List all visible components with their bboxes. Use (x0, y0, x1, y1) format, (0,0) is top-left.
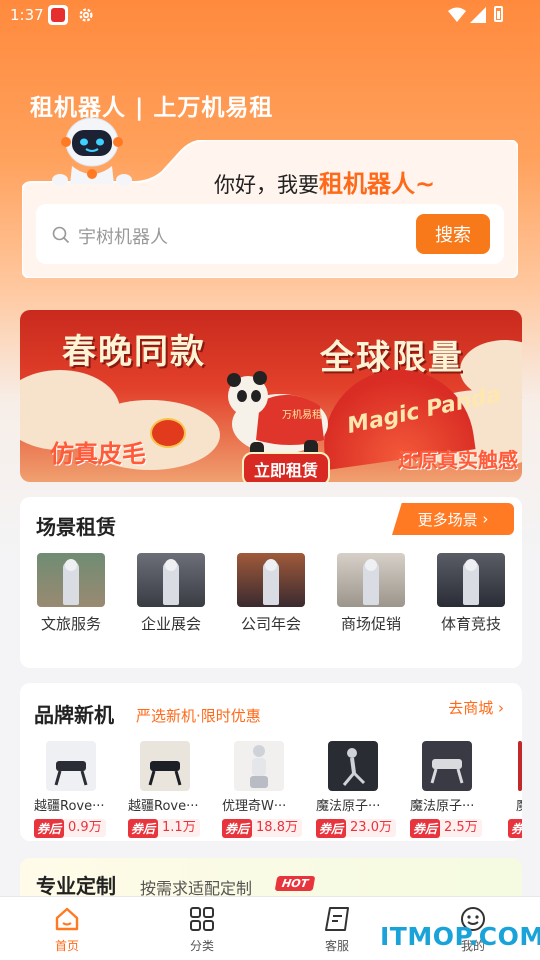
product-image (518, 741, 522, 791)
scene-image (437, 553, 505, 607)
banner-rent-button[interactable]: 立即租赁 (242, 452, 331, 482)
chevron-right-icon: › (477, 510, 489, 528)
promo-banner[interactable]: 春晚同款 全球限量 Magic Panda 万机易租 仿真皮毛 还原真实触感 立… (20, 310, 522, 482)
product-price: 券后 1.1万 (128, 818, 216, 838)
product-image (46, 741, 96, 791)
watermark-text: ITMOP.COM (380, 922, 540, 951)
go-mall-label: 去商城 (448, 699, 494, 717)
home-icon (55, 907, 79, 931)
greeting-prefix: 你好，我要 (214, 173, 319, 197)
scene-label: 企业展会 (140, 615, 201, 633)
panda-badge-text: 万机易租 (282, 408, 322, 421)
product-card[interactable]: 优理奇W··· 券后 18.8万 (222, 741, 310, 838)
chevron-right-icon: › (493, 699, 504, 717)
scene-item-exhibition[interactable]: 企业展会 (136, 553, 206, 634)
section-subtitle: 严选新机·限时优惠 (136, 707, 261, 725)
wifi-icon (448, 7, 466, 22)
banner-title-left: 春晚同款 (62, 332, 206, 372)
coupon-tag: 券后 (128, 818, 159, 838)
scene-rental-section: 场景租赁 更多场景 › 文旅服务 企业展会 公司年会 商场促销 体育竞技 (20, 497, 522, 668)
scene-image (237, 553, 305, 607)
product-name: 越疆Rove··· (128, 799, 199, 814)
tab-home[interactable]: 首页 (32, 905, 102, 954)
coupon-tag: 券后 (410, 818, 441, 838)
scene-item-sports[interactable]: 体育竞技 (436, 553, 506, 634)
coupon-tag: 券后 (222, 818, 253, 838)
scene-label: 公司年会 (240, 615, 301, 633)
scene-image (37, 553, 105, 607)
product-name: 优理奇W··· (222, 799, 287, 814)
product-card[interactable]: 越疆Rove··· 券后 0.9万 (34, 741, 122, 838)
tab-category[interactable]: 分类 (167, 905, 237, 954)
battery-icon (494, 6, 503, 22)
scene-image (137, 553, 205, 607)
greeting-text: 你好，我要租机器人~ (214, 164, 435, 199)
gear-icon (79, 8, 93, 22)
status-bar: 1:37 (0, 0, 540, 32)
section-title: 专业定制 (36, 874, 116, 898)
robot-mascot-icon (52, 117, 132, 186)
search-icon (52, 226, 70, 244)
banner-caption-right: 还原真实触感 (398, 448, 518, 472)
product-card[interactable]: 魔 券 (504, 741, 522, 838)
status-time: 1:37 (10, 6, 44, 24)
brand-new-section: 品牌新机 严选新机·限时优惠 去商城 › 越疆Rove··· 券后 0.9万 越疆… (20, 683, 522, 841)
coupon-tag: 券后 (34, 818, 65, 838)
scene-item-annual-party[interactable]: 公司年会 (236, 553, 306, 634)
tab-label: 首页 (54, 939, 79, 953)
product-image (140, 741, 190, 791)
signal-icon (470, 7, 486, 23)
banner-caption-left: 仿真皮毛 (50, 440, 146, 468)
product-price: 券后 18.8万 (222, 818, 310, 838)
search-button[interactable]: 搜索 (416, 214, 490, 254)
product-price: 券后 2.5万 (410, 818, 498, 838)
price-value: 23.0万 (346, 819, 396, 837)
scene-label: 商场促销 (340, 615, 401, 633)
product-name: 魔法原子··· (316, 799, 381, 814)
product-card[interactable]: 魔法原子··· 券后 2.5万 (410, 741, 498, 838)
go-mall-link[interactable]: 去商城 › (448, 697, 504, 718)
search-input[interactable]: 宇树机器人 搜索 (36, 204, 504, 264)
price-value: 1.1万 (158, 819, 200, 837)
coupon-tag: 券后 (316, 818, 347, 838)
more-scenes-label: 更多场景 (417, 510, 478, 529)
section-title: 场景租赁 (36, 515, 116, 539)
scene-label: 文旅服务 (40, 615, 101, 633)
product-name: 魔法原子··· (410, 799, 475, 814)
price-value: 0.9万 (64, 819, 106, 837)
tab-label: 分类 (189, 939, 214, 953)
section-title: 品牌新机 (34, 703, 114, 727)
greeting-highlight: 租机器人~ (319, 170, 436, 198)
hot-badge: HOT (274, 876, 316, 891)
tab-customer-service[interactable]: 客服 (302, 905, 372, 954)
product-price: 券后 0.9万 (34, 818, 122, 838)
lantern-icon (150, 418, 186, 448)
product-price: 券后 23.0万 (316, 818, 404, 838)
app-notification-icon (48, 5, 68, 25)
search-placeholder: 宇树机器人 (78, 227, 168, 248)
price-value: 2.5万 (440, 819, 482, 837)
coupon-tag: 券 (508, 818, 522, 838)
product-image (234, 741, 284, 791)
scene-item-tourism[interactable]: 文旅服务 (36, 553, 106, 634)
tab-label: 客服 (324, 939, 349, 953)
scene-label: 体育竞技 (440, 615, 501, 633)
product-image (422, 741, 472, 791)
scene-item-mall-promotion[interactable]: 商场促销 (336, 553, 406, 634)
product-name: 越疆Rove··· (34, 799, 105, 814)
scene-image (337, 553, 405, 607)
panda-robot-image: 万机易租 (227, 371, 328, 462)
price-value: 18.8万 (252, 819, 302, 837)
grid-icon (190, 907, 214, 931)
more-scenes-button[interactable]: 更多场景 › (392, 503, 514, 535)
product-name: 魔 (504, 795, 522, 814)
product-card[interactable]: 越疆Rove··· 券后 1.1万 (128, 741, 216, 838)
product-image (328, 741, 378, 791)
chat-icon (325, 907, 349, 931)
product-card[interactable]: 魔法原子··· 券后 23.0万 (316, 741, 404, 838)
product-price: 券 (504, 818, 522, 838)
